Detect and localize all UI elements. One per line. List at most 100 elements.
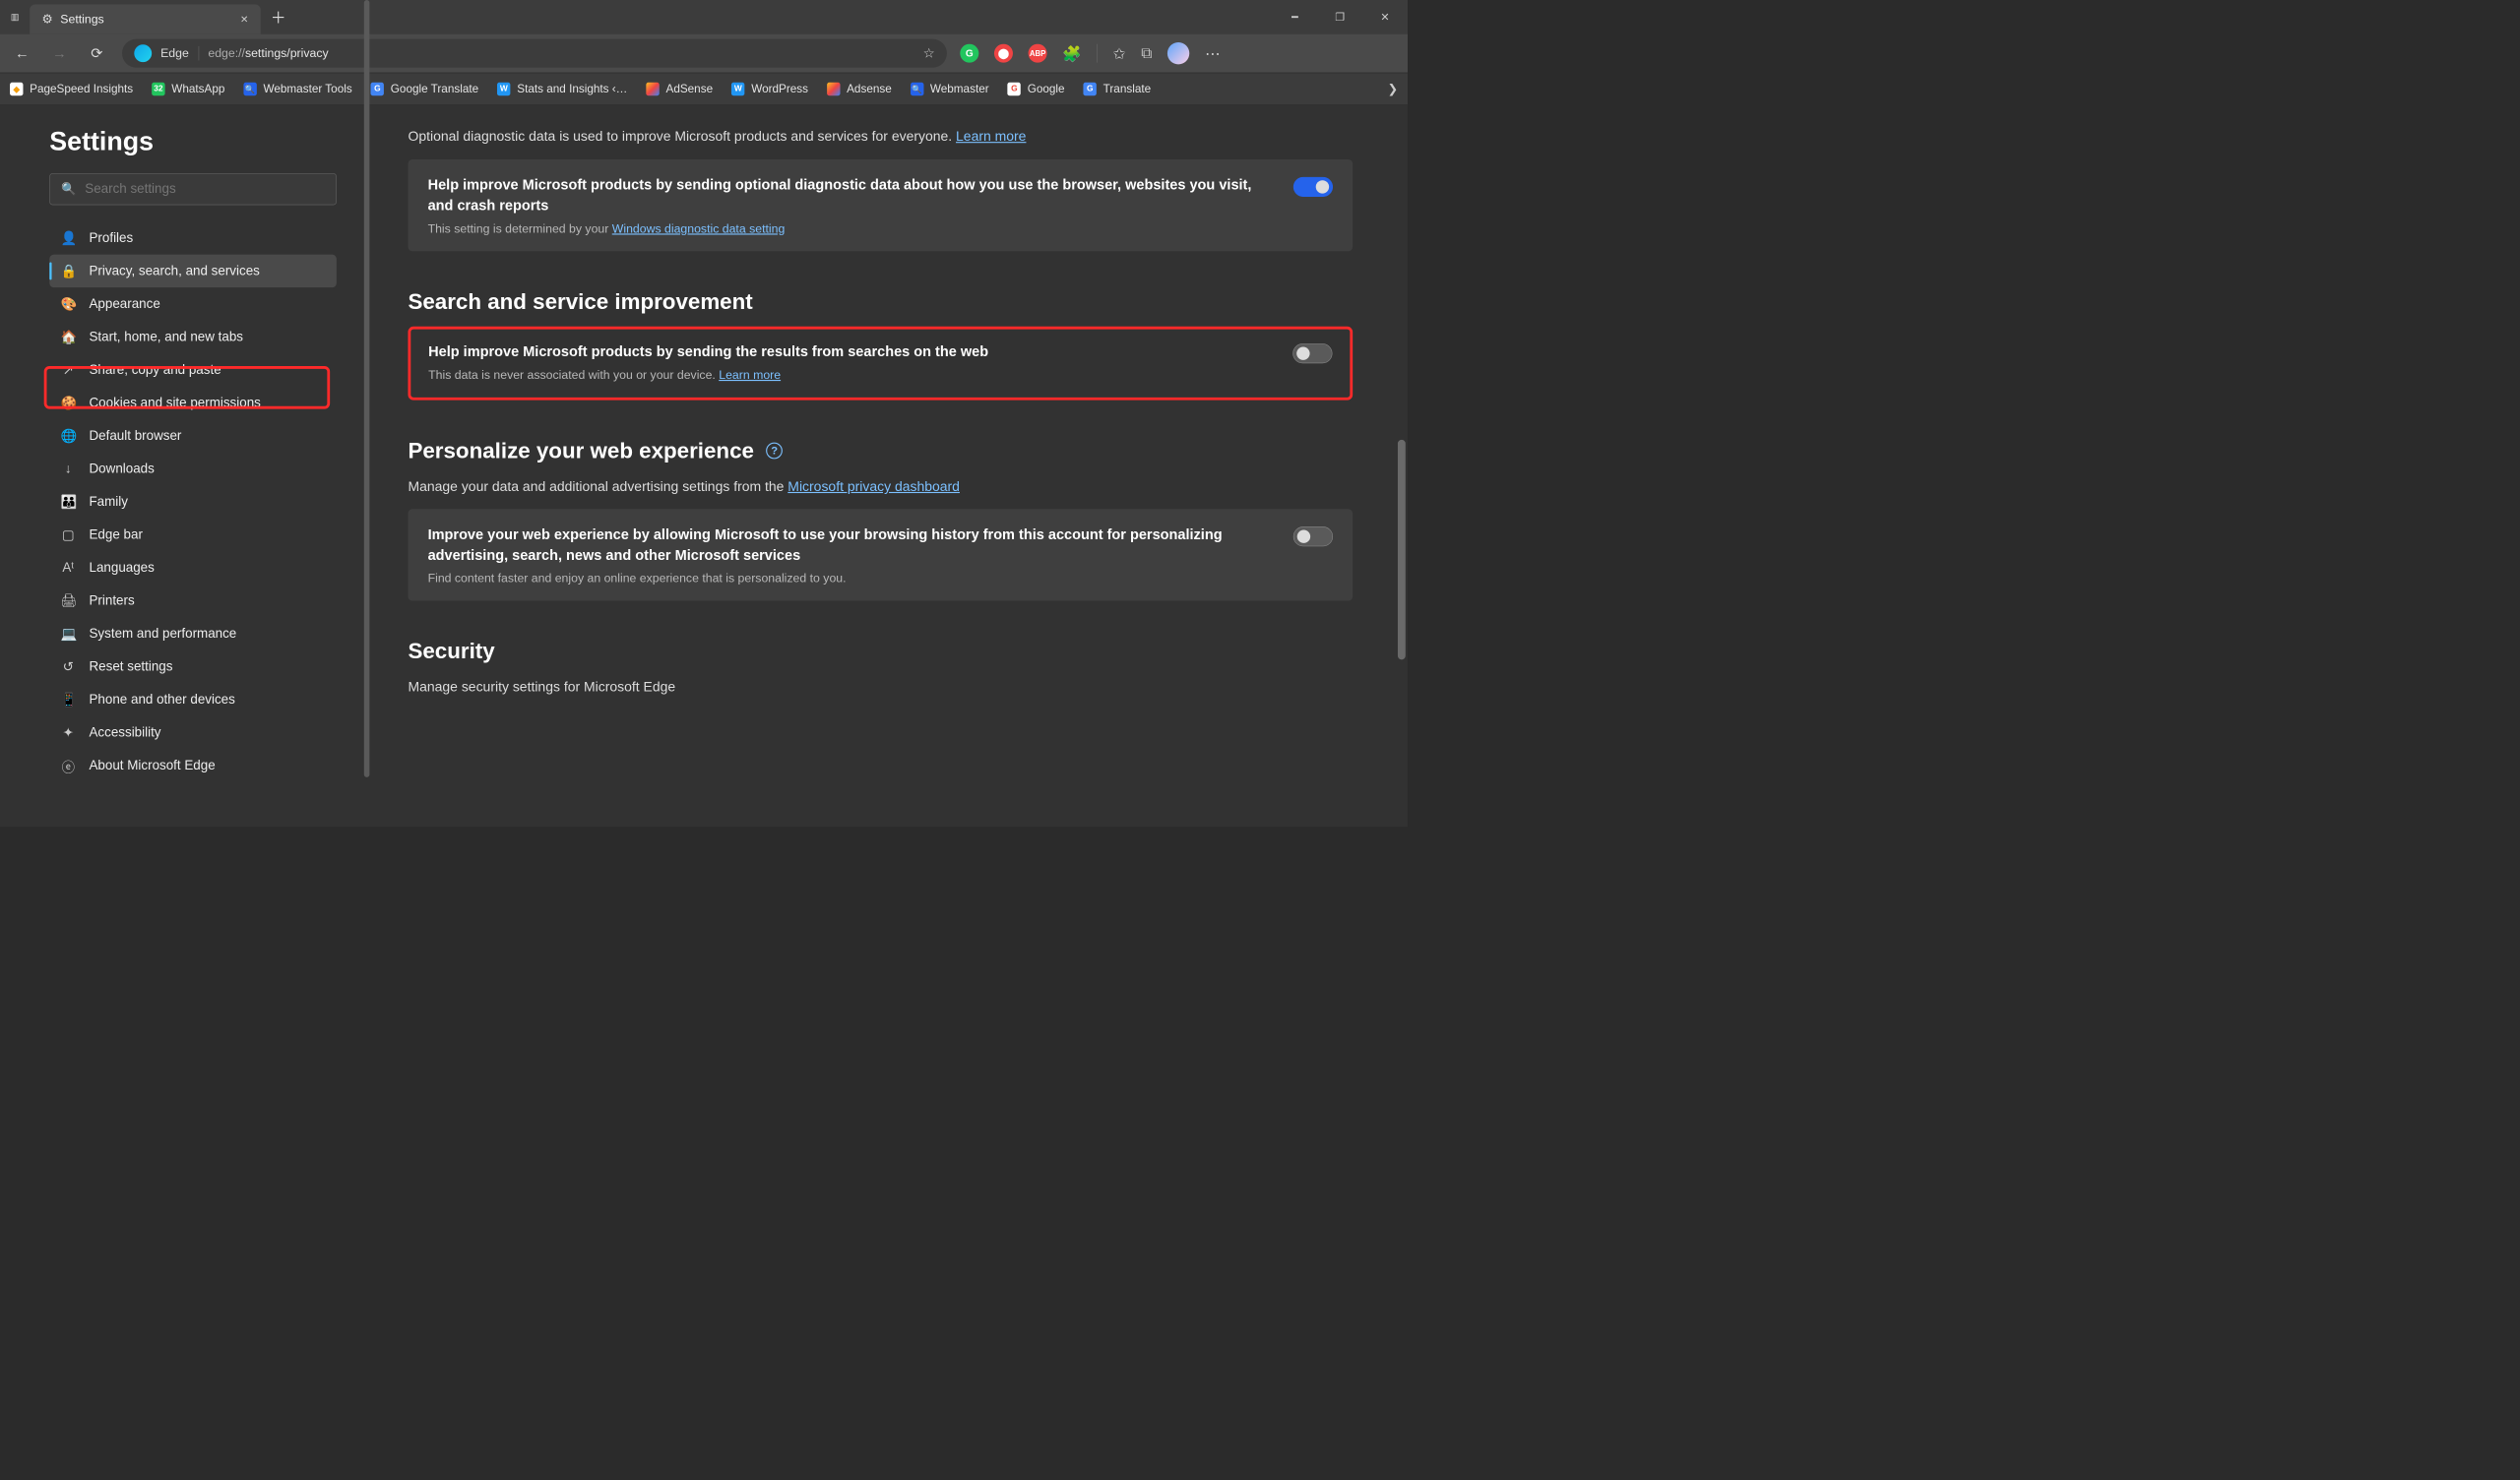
search-settings[interactable]: 🔍 <box>49 173 337 205</box>
personalize-intro: Manage your data and additional advertis… <box>408 476 1353 497</box>
bookmark-item[interactable]: Adsense <box>827 83 892 95</box>
sidebar-item-downloads[interactable]: ↓Downloads <box>49 453 337 486</box>
bookmark-favicon: ◆ <box>10 83 23 95</box>
back-button[interactable]: ← <box>10 41 34 66</box>
sidebar-item-printers[interactable]: 🖨Printers <box>49 585 337 618</box>
nav-label: Accessibility <box>89 725 160 741</box>
gear-icon: ⚙ <box>41 12 52 27</box>
heading-search-improvement: Search and service improvement <box>408 289 1353 314</box>
collections-button[interactable]: ⧉ <box>1141 44 1152 62</box>
nav-icon: ⓔ <box>60 756 76 775</box>
toggle-diagnostic[interactable] <box>1293 177 1333 197</box>
close-tab-button[interactable]: ✕ <box>240 14 248 26</box>
bookmark-label: Webmaster <box>930 83 989 95</box>
bookmark-label: WhatsApp <box>171 83 224 95</box>
link-diag-learn-more[interactable]: Learn more <box>956 129 1026 145</box>
close-window-button[interactable]: ✕ <box>1362 0 1408 34</box>
heading-security: Security <box>408 640 1353 664</box>
sidebar-item-system-and-performance[interactable]: 💻System and performance <box>49 617 337 650</box>
address-url: edge://settings/privacy <box>208 46 914 61</box>
bookmark-label: PageSpeed Insights <box>30 83 133 95</box>
bookmark-item[interactable]: WStats and Insights ‹… <box>497 83 627 95</box>
sidebar-item-default-browser[interactable]: 🌐Default browser <box>49 419 337 453</box>
address-bar[interactable]: Edge edge://settings/privacy ☆ <box>122 39 947 68</box>
search-input[interactable] <box>85 181 325 197</box>
sidebar-item-family[interactable]: 👪Family <box>49 485 337 519</box>
bookmark-favicon: 🔍 <box>243 83 256 95</box>
sidebar-item-phone-and-other-devices[interactable]: 📱Phone and other devices <box>49 683 337 716</box>
bookmark-item[interactable]: WWordPress <box>731 83 808 95</box>
extension-icon[interactable]: ⬤ <box>994 44 1013 63</box>
diagnostic-card: Help improve Microsoft products by sendi… <box>408 159 1353 251</box>
bookmark-favicon: 32 <box>152 83 164 95</box>
search-icon: 🔍 <box>61 182 76 197</box>
extension-grammarly-icon[interactable]: G <box>960 44 978 63</box>
titlebar: ▥ ⚙ Settings ✕ ＋ ━ ❐ ✕ <box>0 0 1408 34</box>
profile-avatar[interactable] <box>1167 42 1189 64</box>
new-tab-button[interactable]: ＋ <box>266 6 290 28</box>
info-icon[interactable]: ? <box>766 443 783 460</box>
sidebar-item-accessibility[interactable]: ✦Accessibility <box>49 716 337 750</box>
nav-label: Start, home, and new tabs <box>89 330 243 345</box>
bookmark-favicon: 🔍 <box>911 83 923 95</box>
bookmark-favicon: G <box>1008 83 1021 95</box>
extensions-button[interactable]: 🧩 <box>1062 44 1081 62</box>
sidebar-item-edge-bar[interactable]: ▢Edge bar <box>49 519 337 552</box>
link-windows-diag[interactable]: Windows diagnostic data setting <box>612 221 786 235</box>
toggle-personalize[interactable] <box>1293 526 1333 546</box>
extension-abp-icon[interactable]: ABP <box>1029 44 1047 63</box>
content-area: Settings 🔍 👤Profiles🔒Privacy, search, an… <box>0 104 1408 827</box>
maximize-button[interactable]: ❐ <box>1317 0 1362 34</box>
bookmark-item[interactable]: 32 WhatsApp <box>152 83 224 95</box>
settings-sidebar: Settings 🔍 👤Profiles🔒Privacy, search, an… <box>0 104 368 827</box>
divider <box>1097 44 1098 63</box>
refresh-button[interactable]: ⟳ <box>85 41 109 66</box>
sidebar-item-privacy-search-and-services[interactable]: 🔒 Privacy, search, and services <box>49 255 337 288</box>
bookmark-favicon: W <box>497 83 510 95</box>
forward-button[interactable]: → <box>47 41 72 66</box>
sidebar-item-appearance[interactable]: 🎨Appearance <box>49 287 337 321</box>
link-search-learn-more[interactable]: Learn more <box>719 367 781 381</box>
sidebar-item-cookies-and-site-permissions[interactable]: 🍪Cookies and site permissions <box>49 387 337 420</box>
nav-label: Cookies and site permissions <box>89 396 260 411</box>
nav-icon: 🌐 <box>60 428 76 444</box>
sidebar-item-about-microsoft-edge[interactable]: ⓔ About Microsoft Edge <box>49 749 337 782</box>
toggle-search-improvement[interactable] <box>1292 343 1332 363</box>
bookmark-favicon: G <box>371 83 384 95</box>
bookmark-item[interactable]: GGoogle Translate <box>371 83 478 95</box>
edge-logo-icon <box>134 44 152 62</box>
sidebar-item-share-copy-and-paste[interactable]: ↗Share, copy and paste <box>49 353 337 387</box>
sidebar-item-profiles[interactable]: 👤Profiles <box>49 221 337 255</box>
security-intro: Manage security settings for Microsoft E… <box>408 677 1353 698</box>
more-menu-button[interactable]: ⋯ <box>1205 44 1221 62</box>
nav-label: System and performance <box>89 626 236 642</box>
minimize-button[interactable]: ━ <box>1273 0 1318 34</box>
bookmark-item[interactable]: AdSense <box>646 83 713 95</box>
bookmark-item[interactable]: GTranslate <box>1084 83 1152 95</box>
search-improvement-card: Help improve Microsoft products by sendi… <box>408 327 1353 401</box>
bookmarks-overflow-button[interactable]: ❯ <box>1388 82 1398 96</box>
main-scrollbar[interactable] <box>1395 104 1408 827</box>
tab-title: Settings <box>60 12 232 27</box>
nav-label: About Microsoft Edge <box>89 758 215 773</box>
personalize-card-sub: Find content faster and enjoy an online … <box>428 572 1279 586</box>
favorites-button[interactable]: ✩ <box>1113 44 1126 62</box>
link-privacy-dashboard[interactable]: Microsoft privacy dashboard <box>788 478 960 494</box>
sidebar-item-languages[interactable]: AᵗLanguages <box>49 551 337 585</box>
sidebar-item-start-home-and-new-tabs[interactable]: 🏠Start, home, and new tabs <box>49 321 337 354</box>
nav-icon: 🔒 <box>60 263 76 278</box>
bookmark-item[interactable]: GGoogle <box>1008 83 1065 95</box>
bookmark-item[interactable]: 🔍Webmaster Tools <box>243 83 351 95</box>
bookmark-item[interactable]: 🔍 Webmaster <box>911 83 989 95</box>
tab-settings[interactable]: ⚙ Settings ✕ <box>30 4 261 33</box>
bookmark-item[interactable]: ◆ PageSpeed Insights <box>10 83 133 95</box>
search-card-sub: This data is never associated with you o… <box>428 367 1277 382</box>
nav-label: Profiles <box>89 230 133 246</box>
personalize-card: Improve your web experience by allowing … <box>408 509 1353 600</box>
nav-label: Privacy, search, and services <box>89 264 259 279</box>
nav-label: Downloads <box>89 462 154 477</box>
favorite-star-icon[interactable]: ☆ <box>923 45 935 61</box>
settings-main: Optional diagnostic data is used to impr… <box>368 104 1408 827</box>
sidebar-item-reset-settings[interactable]: ↺Reset settings <box>49 650 337 684</box>
tab-actions-button[interactable]: ▥ <box>0 0 30 34</box>
